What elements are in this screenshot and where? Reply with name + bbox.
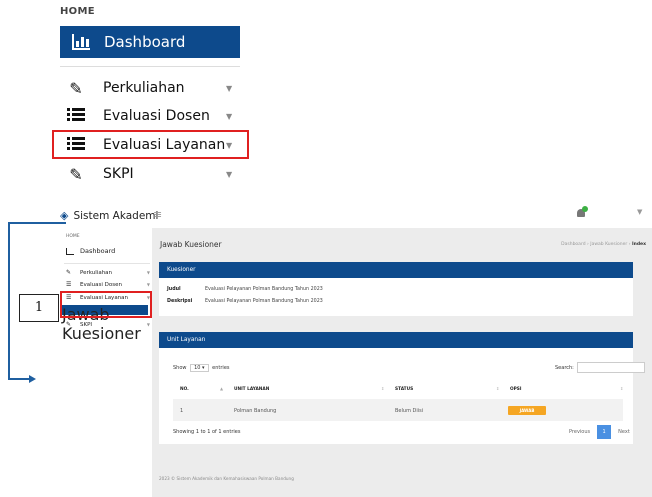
column-header-unit-layanan[interactable]: UNIT LAYANAN [234,387,269,392]
sidebar-item-label: Dashboard [104,33,186,51]
chevron-down-icon: ▼ [146,322,150,327]
divider [64,263,150,264]
deskripsi-row: Deskripsi Evaluasi Pelayanan Polman Bandu… [167,299,323,304]
sidebar-item-dashboard[interactable]: Dashboard [66,247,115,255]
entries-length: Show 10 ▾ entries [173,364,230,372]
cell-unit-layanan: Polman Bandung [234,408,277,414]
card-header: Kuesioner [159,262,633,278]
sidebar-item-label: Evaluasi Dosen [80,281,122,288]
sidebar-item-label: Evaluasi Dosen [103,108,210,124]
chevron-down-icon: ▼ [226,83,233,93]
sidebar-item-perkuliahan[interactable]: ✎ Perkuliahan ▼ [60,75,240,101]
chevron-down-icon: ▼ [226,111,233,121]
breadcrumb-separator: › [628,242,631,247]
cell-status: Belum Diisi [395,408,424,414]
sidebar-item-skpi[interactable]: ✎ SKPI ▼ [60,161,240,187]
chevron-down-icon[interactable]: ▼ [637,208,642,216]
breadcrumb: Dashboard › Jawab Kuesioner › Index [561,242,646,247]
sidebar-item-label: Perkuliahan [103,80,185,96]
show-label: Show [173,365,187,371]
chevron-down-icon: ▼ [226,169,233,179]
cell-no: 1 [180,408,184,414]
chevron-down-icon: ▼ [146,282,150,287]
search-control: Search: [555,362,645,373]
sidebar-item-perkuliahan[interactable]: ✎ Perkuliahan ▼ [66,269,150,276]
entries-select[interactable]: 10 ▾ [190,364,209,372]
sidebar: HOME Dashboard ✎ Perkuliahan ▼ ☰ Evaluas… [60,228,152,497]
sidebar-item-label: Perkuliahan [80,269,113,276]
pencil-icon: ✎ [69,164,83,184]
app-title: Sistem Akademi [73,209,159,222]
column-header-opsi[interactable]: OPSI [510,387,522,392]
sidebar-home-heading: HOME [66,234,80,239]
sort-icon: ⇕ [381,386,385,391]
divider [60,66,240,67]
column-header-status[interactable]: STATUS [395,387,413,392]
sidebar-item-label: SKPI [103,166,134,182]
field-label: Judul [167,287,181,292]
sidebar-item-evaluasi-dosen[interactable]: ☰ Evaluasi Dosen ▼ [66,281,150,288]
field-value: Evaluasi Pelayanan Polman Bandung Tahun … [205,299,323,304]
list-icon: ☰ [66,281,72,288]
logo-icon: ◈ [60,209,69,222]
highlight-box [52,130,249,159]
card-header: Unit Layanan [159,332,633,348]
page-title: Jawab Kuesioner [160,240,222,249]
breadcrumb-link-jawab-kuesioner[interactable]: Jawab Kuesioner [590,242,627,247]
kuesioner-card: Kuesioner Judul Evaluasi Pelayanan Polman… [159,262,633,316]
pencil-icon: ✎ [69,78,83,98]
main-content: Jawab Kuesioner Dashboard › Jawab Kuesio… [152,228,652,497]
judul-row: Judul Evaluasi Pelayanan Polman Bandung T… [167,287,323,292]
app-brand[interactable]: ◈ Sistem Akademi [60,209,158,222]
sidebar-item-evaluasi-dosen[interactable]: Evaluasi Dosen ▼ [60,103,240,129]
footer-text: 2023 © Sistem Akademik dan Kemahasiswaan… [159,476,294,481]
sidebar-item-dashboard[interactable]: Dashboard [60,26,240,58]
previous-button[interactable]: Previous [569,429,590,435]
step-number-label: 1 [19,294,59,322]
connector-line [8,222,10,380]
highlight-box [60,291,152,318]
list-icon [66,107,86,126]
field-label: Deskripsi [167,299,193,304]
next-button[interactable]: Next [618,429,630,435]
breadcrumb-current: Index [631,242,646,247]
pencil-icon: ✎ [66,269,72,276]
sidebar-item-label: Dashboard [80,247,116,255]
sidebar-home-heading: HOME [60,6,95,17]
zoomed-sidebar: HOME Dashboard ✎ Perkuliahan ▼ Evaluasi … [0,0,652,200]
unit-layanan-card: Unit Layanan Show 10 ▾ entries Search: N… [159,332,645,444]
bar-chart-icon [66,247,74,255]
sort-icon: ⇕ [496,386,500,391]
search-input[interactable] [576,362,645,373]
column-header-no[interactable]: NO. [180,387,189,392]
pagination: Previous 1 Next [569,425,630,439]
chevron-down-icon: ▼ [146,270,150,275]
breadcrumb-link-dashboard[interactable]: Dashboard [561,242,585,247]
connector-line [8,378,30,380]
entries-label: entries [212,365,230,371]
jawab-button[interactable]: JAWAB [508,406,546,415]
menu-toggle-icon[interactable]: ≡ [153,208,162,221]
breadcrumb-separator: › [587,242,589,247]
search-label: Search: [555,364,574,371]
field-value: Evaluasi Pelayanan Polman Bandung Tahun … [205,287,323,292]
page-1-button[interactable]: 1 [597,425,612,439]
bar-chart-icon [72,34,90,50]
sort-asc-icon: ▲ [220,386,224,391]
notification-icon[interactable] [577,206,589,218]
top-navbar: ◈ Sistem Akademi ≡ ▼ [0,200,652,228]
sort-icon: ⇕ [620,386,624,391]
table-info: Showing 1 to 1 of 1 entries [173,429,241,435]
arrow-head-icon [29,375,36,383]
